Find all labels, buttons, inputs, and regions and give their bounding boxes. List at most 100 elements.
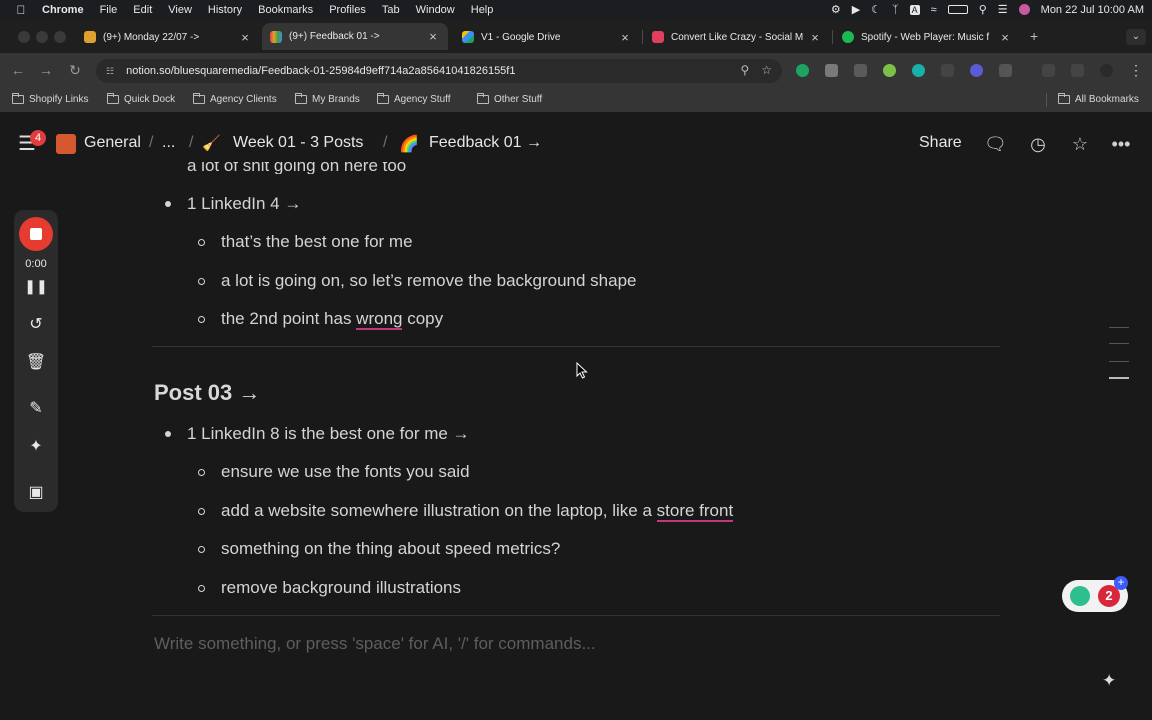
subitem-text[interactable]: a lot is going on, so let’s remove the b… xyxy=(221,271,637,291)
menu-profiles[interactable]: Profiles xyxy=(329,4,366,16)
magic-wand-icon[interactable]: ✦ xyxy=(14,436,58,456)
subitem-text[interactable]: the 2nd point has wrong copy xyxy=(221,309,443,330)
trash-icon[interactable]: 🗑 xyxy=(14,352,58,372)
breadcrumb-general[interactable]: General xyxy=(84,134,141,152)
url-text[interactable]: notion.so/bluesquaremedia/Feedback-01-25… xyxy=(126,65,515,77)
zoom-magnifier-icon[interactable]: ⚲ xyxy=(740,63,749,77)
favorite-star-icon[interactable]: ☆ xyxy=(1069,133,1091,155)
item-linkedin-8[interactable]: 1 LinkedIn 8 is the best one for me → xyxy=(187,424,470,444)
code-extension-icon[interactable] xyxy=(854,64,867,77)
breadcrumb-ellipsis[interactable]: ... xyxy=(162,134,175,152)
grammarly-extension-icon[interactable] xyxy=(796,64,809,77)
address-bar[interactable]: ☷ notion.so/bluesquaremedia/Feedback-01-… xyxy=(96,59,782,83)
siri-icon[interactable] xyxy=(1018,4,1030,15)
teal-extension-icon[interactable] xyxy=(912,64,925,77)
bluetooth-icon[interactable]: ᛉ xyxy=(892,4,899,16)
download-icon[interactable] xyxy=(1071,64,1084,77)
scroll-marker-active[interactable] xyxy=(1109,377,1129,379)
play-icon[interactable]: ▶ xyxy=(852,3,860,16)
bookmark-agency-clients[interactable]: Agency Clients xyxy=(193,93,277,105)
pen-icon[interactable]: ✎ xyxy=(14,398,58,418)
updates-clock-icon[interactable]: ◷ xyxy=(1027,133,1049,155)
spellcheck-flagged-word[interactable]: store front xyxy=(656,501,734,522)
green-extension-icon[interactable] xyxy=(883,64,896,77)
reading-list-icon[interactable] xyxy=(1042,64,1055,77)
window-zoom-button[interactable] xyxy=(54,31,66,43)
menu-file[interactable]: File xyxy=(100,4,118,16)
gear-extension-icon[interactable] xyxy=(970,64,983,77)
add-plus-icon[interactable]: + xyxy=(1114,576,1128,590)
menu-help[interactable]: Help xyxy=(471,4,494,16)
bookmark-other-stuff[interactable]: Other Stuff xyxy=(477,93,542,105)
share-button[interactable]: Share xyxy=(919,134,962,152)
comments-icon[interactable]: 🗨 xyxy=(984,133,1007,155)
item-linkedin-4[interactable]: 1 LinkedIn 4 → xyxy=(187,194,301,214)
search-icon[interactable]: ⚲ xyxy=(979,3,987,16)
stop-record-button[interactable] xyxy=(19,217,53,251)
close-icon[interactable]: × xyxy=(426,29,440,44)
breadcrumb-week-01[interactable]: Week 01 - 3 Posts xyxy=(233,134,363,152)
tab-spotify[interactable]: Spotify - Web Player: Music f × xyxy=(838,25,1016,49)
profile-avatar[interactable] xyxy=(1100,64,1113,77)
restart-icon[interactable]: ↺ xyxy=(14,314,58,334)
menu-clock[interactable]: Mon 22 Jul 10:00 AM xyxy=(1041,4,1144,16)
pause-icon[interactable]: ❚❚ xyxy=(14,278,58,295)
spellcheck-flagged-word[interactable]: wrong xyxy=(356,309,403,330)
wifi-icon[interactable]: ≈ xyxy=(931,4,937,16)
breadcrumb-feedback-01[interactable]: Feedback 01 → xyxy=(429,134,542,152)
help-widget[interactable]: 2 + xyxy=(1062,576,1128,612)
close-icon[interactable]: × xyxy=(618,30,632,45)
new-block-placeholder[interactable]: Write something, or press 'space' for AI… xyxy=(154,634,596,654)
f-extension-icon[interactable] xyxy=(941,64,954,77)
reload-icon[interactable]: ↻ xyxy=(67,62,83,78)
scroll-marker[interactable] xyxy=(1109,343,1129,344)
scroll-marker[interactable] xyxy=(1109,361,1129,362)
menu-window[interactable]: Window xyxy=(416,4,455,16)
menu-view[interactable]: View xyxy=(168,4,192,16)
battery-icon[interactable] xyxy=(947,5,968,14)
bookmark-my-brands[interactable]: My Brands xyxy=(295,93,360,105)
tab-monday[interactable]: (9+) Monday 22/07 -> × xyxy=(80,25,256,49)
bookmark-star-icon[interactable]: ☆ xyxy=(761,63,772,77)
menu-tab[interactable]: Tab xyxy=(382,4,400,16)
window-minimize-button[interactable] xyxy=(36,31,48,43)
more-options-icon[interactable]: ••• xyxy=(1110,133,1132,155)
subitem-text[interactable]: ensure we use the fonts you said xyxy=(221,462,470,482)
subitem-text[interactable]: remove background illustrations xyxy=(221,578,461,598)
apple-logo-icon[interactable]:  xyxy=(10,3,32,17)
bookmark-agency-stuff[interactable]: Agency Stuff xyxy=(377,93,451,105)
new-tab-plus-icon[interactable]: + xyxy=(1030,28,1038,44)
window-close-button[interactable] xyxy=(18,31,30,43)
close-icon[interactable]: × xyxy=(998,30,1012,45)
menu-bookmarks[interactable]: Bookmarks xyxy=(258,4,313,16)
keyboard-input-icon[interactable]: A xyxy=(909,4,920,15)
tab-search-chevron-icon[interactable]: ⌄ xyxy=(1126,29,1146,45)
moon-icon[interactable]: ☾ xyxy=(871,3,881,16)
forward-arrow-icon[interactable]: → xyxy=(38,62,54,78)
tab-feedback-01[interactable]: (9+) Feedback 01 -> × xyxy=(262,23,448,50)
site-info-icon[interactable]: ☷ xyxy=(106,66,114,77)
close-icon[interactable]: × xyxy=(808,30,822,45)
subitem-text[interactable]: something on the thing about speed metri… xyxy=(221,539,560,559)
tab-convert-like-crazy[interactable]: Convert Like Crazy - Social M × xyxy=(648,25,826,49)
puzzle-extensions-icon[interactable] xyxy=(999,64,1012,77)
menu-edit[interactable]: Edit xyxy=(133,4,152,16)
bookmark-all-bookmarks[interactable]: All Bookmarks xyxy=(1058,93,1139,105)
heading-post-03[interactable]: Post 03 → xyxy=(154,380,260,406)
back-arrow-icon[interactable]: ← xyxy=(10,62,26,78)
close-icon[interactable]: × xyxy=(238,30,252,45)
bookmark-quick-dock[interactable]: Quick Dock xyxy=(107,93,175,105)
control-center-icon[interactable]: ☰ xyxy=(998,3,1008,16)
gear-icon[interactable]: ⚙ xyxy=(831,3,841,16)
menu-history[interactable]: History xyxy=(208,4,242,16)
subitem-text[interactable]: add a website somewhere illustration on … xyxy=(221,501,734,522)
menu-app-name[interactable]: Chrome xyxy=(42,4,84,16)
scroll-marker[interactable] xyxy=(1109,327,1129,328)
tab-google-drive[interactable]: V1 - Google Drive × xyxy=(458,25,636,49)
camera-extension-icon[interactable] xyxy=(825,64,838,77)
ai-sparkle-icon[interactable]: ✦ xyxy=(1102,671,1116,691)
kebab-menu-icon[interactable]: ⋮ xyxy=(1129,62,1143,79)
bookmark-shopify-links[interactable]: Shopify Links xyxy=(12,93,88,105)
subitem-text[interactable]: that’s the best one for me xyxy=(221,232,413,252)
camera-icon[interactable]: ▣ xyxy=(14,482,58,502)
